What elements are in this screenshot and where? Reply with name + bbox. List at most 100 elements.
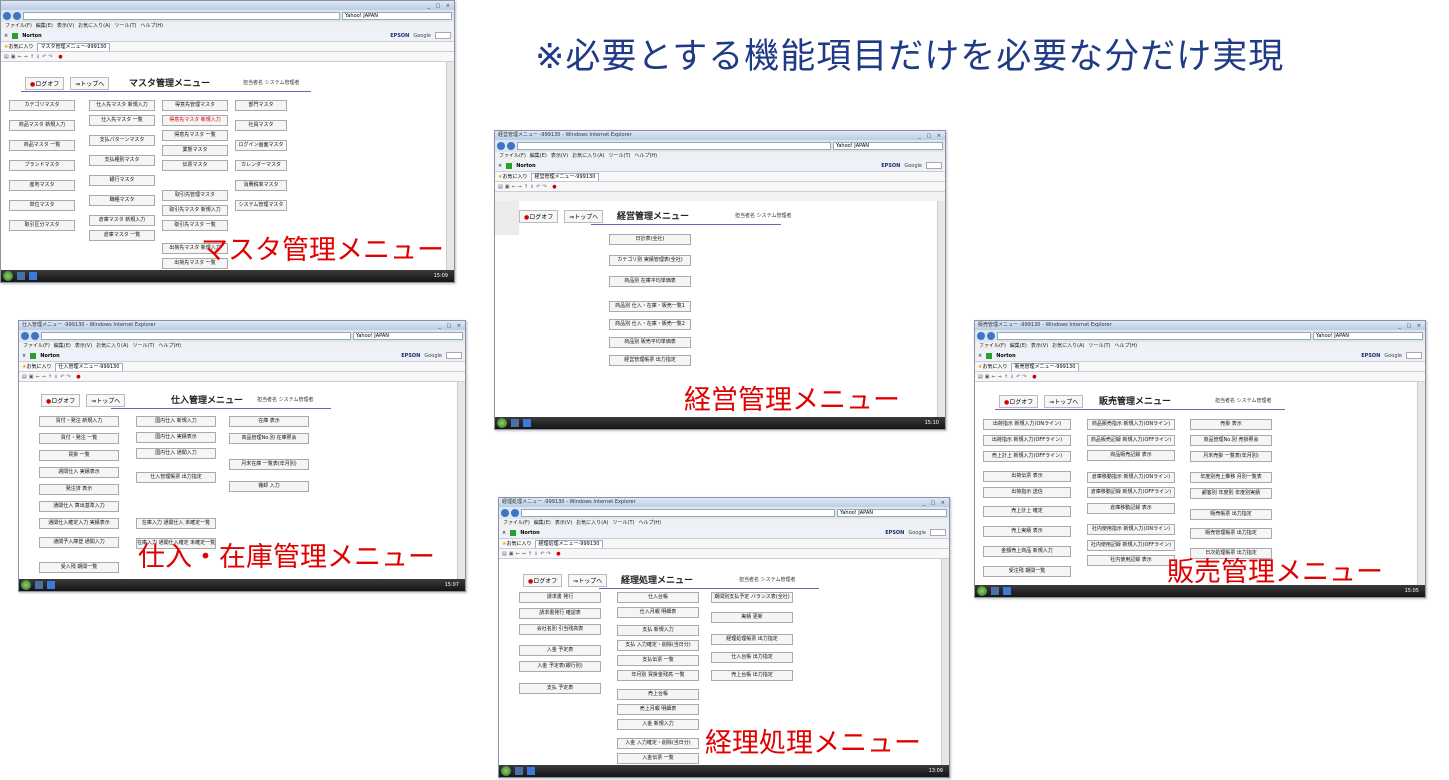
menu-button[interactable]: 仕入台帳 出力指定	[711, 652, 793, 663]
menu-button[interactable]: 取引先マスタ 新規入力	[162, 205, 228, 216]
logoff-button[interactable]: ●ログオフ	[523, 574, 563, 587]
favorites-label[interactable]: お気に入り	[8, 44, 33, 50]
menu-item[interactable]: 編集(E)	[54, 343, 71, 349]
forward-icon[interactable]	[13, 12, 21, 20]
menu-button[interactable]: 社内使用指示 新規入力(ONライン)	[1087, 524, 1175, 535]
menu-button[interactable]: 支払 予定表	[519, 683, 601, 694]
window-controls[interactable]: _ □ ×	[918, 132, 943, 140]
google-search-box[interactable]	[435, 32, 451, 39]
menu-button[interactable]: 仕入台帳	[617, 592, 699, 603]
top-button[interactable]: ⇒トップへ	[568, 574, 608, 587]
menu-button[interactable]: 入金 予定表	[519, 645, 601, 656]
menu-item[interactable]: ツール(T)	[613, 520, 635, 526]
close-icon[interactable]: ×	[498, 163, 502, 169]
menu-button[interactable]: 請求書発行 確認表	[519, 608, 601, 619]
favorites-label[interactable]: お気に入り	[506, 541, 531, 547]
menu-button[interactable]: 商品別 販売平均単価表	[609, 337, 691, 348]
menu-item[interactable]: 表示(V)	[555, 520, 572, 526]
menu-button[interactable]: 部門マスタ	[235, 100, 287, 111]
menu-button[interactable]: 出荷指示 新規入力(OFFライン)	[983, 435, 1071, 446]
menu-button[interactable]: 支払パターンマスタ	[89, 135, 155, 146]
start-orb-icon[interactable]	[497, 418, 507, 428]
ie-icon[interactable]	[527, 767, 535, 775]
back-icon[interactable]	[977, 332, 985, 340]
menu-button[interactable]: 売上台帳	[617, 689, 699, 700]
menu-button[interactable]: システム管理マスタ	[235, 200, 287, 211]
folder-icon[interactable]	[35, 581, 43, 589]
menu-button[interactable]: 月末売掛 一覧表(年月別)	[1190, 451, 1272, 462]
vertical-scrollbar[interactable]	[937, 201, 945, 417]
menu-button[interactable]: 倉庫マスタ 新規入力	[89, 215, 155, 226]
vertical-scrollbar[interactable]	[446, 62, 454, 270]
menu-button[interactable]: 倉庫移動記録 表示	[1087, 502, 1175, 514]
back-icon[interactable]	[3, 12, 11, 20]
menu-item[interactable]: 編集(E)	[534, 520, 551, 526]
menu-button[interactable]: 仕入先マスタ 一覧	[89, 115, 155, 126]
stop-icon[interactable]: ●	[1032, 374, 1038, 380]
search-field[interactable]: Yahoo! JAPAN	[1313, 332, 1423, 340]
vertical-scrollbar[interactable]	[1417, 382, 1425, 585]
menu-button[interactable]: 月末在庫 一覧表(年月別)	[229, 459, 309, 470]
menu-button[interactable]: 倉庫移動記録 新規入力(OFFライン)	[1087, 487, 1175, 498]
search-field[interactable]: Yahoo! JAPAN	[342, 12, 452, 20]
close-icon[interactable]: ×	[978, 353, 982, 359]
menu-button[interactable]: 職種マスタ	[89, 195, 155, 206]
menu-button[interactable]: 社員マスタ	[235, 120, 287, 131]
menu-button[interactable]: 商品管理No.別 在庫照会	[229, 433, 309, 444]
menu-item[interactable]: ヘルプ(H)	[634, 153, 657, 159]
menu-button[interactable]: 消費税率マスタ	[235, 180, 287, 191]
search-field[interactable]: Yahoo! JAPAN	[837, 509, 947, 517]
menu-button[interactable]: 出荷指示 送信	[983, 487, 1071, 498]
google-search-box[interactable]	[930, 529, 946, 536]
menu-button[interactable]: 商品販売記録 表示	[1087, 450, 1175, 461]
address-field[interactable]	[997, 332, 1311, 340]
menu-button[interactable]: 実績 更新	[711, 612, 793, 623]
top-button[interactable]: ⇒トップへ	[1044, 395, 1084, 408]
menu-button[interactable]: 国内仕入 通関入力	[136, 448, 216, 459]
menu-button[interactable]: 社内使用記録 新規入力(OFFライン)	[1087, 539, 1175, 551]
menu-item[interactable]: ファイル(F)	[5, 23, 32, 29]
ie-icon[interactable]	[523, 419, 531, 427]
vertical-scrollbar[interactable]	[941, 559, 949, 765]
menu-button[interactable]: 倉庫マスタ 一覧	[89, 230, 155, 241]
stop-icon[interactable]: ●	[556, 551, 562, 557]
ie-icon[interactable]	[47, 581, 55, 589]
menu-button[interactable]: 得意先管理マスタ	[162, 100, 228, 111]
menu-button[interactable]: 支払 入力確定・削除(当日分)	[617, 640, 699, 651]
menu-button[interactable]: ブランドマスタ	[9, 160, 75, 171]
forward-icon[interactable]	[31, 332, 39, 340]
logoff-button[interactable]: ●ログオフ	[519, 210, 559, 223]
vertical-scrollbar[interactable]	[457, 382, 465, 579]
window-controls[interactable]: _ □ ×	[427, 2, 452, 10]
stop-icon[interactable]: ●	[552, 184, 558, 190]
menu-button[interactable]: 会社名別 引当残高表	[519, 624, 601, 635]
menu-button[interactable]: 週間仕入 実績表示	[39, 467, 119, 478]
close-icon[interactable]: ×	[22, 353, 26, 359]
ie-icon[interactable]	[29, 272, 37, 280]
google-search-box[interactable]	[446, 352, 462, 359]
menu-button[interactable]: 請求書 発行	[519, 592, 601, 603]
search-field[interactable]: Yahoo! JAPAN	[353, 332, 463, 340]
menu-button[interactable]: 売上計上 新規入力(OFFライン)	[983, 451, 1071, 462]
menu-item[interactable]: ファイル(F)	[23, 343, 50, 349]
menu-item[interactable]: ファイル(F)	[503, 520, 530, 526]
start-orb-icon[interactable]	[501, 766, 511, 776]
menu-button[interactable]: 支払種別マスタ	[89, 155, 155, 166]
browser-tab[interactable]: 仕入管理メニュー-999130	[54, 363, 124, 371]
menu-item[interactable]: お気に入り(A)	[1052, 343, 1084, 349]
menu-button[interactable]: 入金 新規入力	[617, 719, 699, 730]
menu-button[interactable]: 支払 新規入力	[617, 625, 699, 636]
menu-button[interactable]: 棚卸 入力	[229, 481, 309, 492]
menu-button[interactable]: 商品別 在庫平均単価表	[609, 276, 691, 287]
menu-button[interactable]: 顧客別 年度別 年度別実績	[1190, 488, 1272, 499]
menu-button[interactable]: 経営管理帳票 出力指定	[609, 355, 691, 366]
window-controls[interactable]: _ □ ×	[922, 499, 947, 507]
menu-button[interactable]: 社内使用記録 表示	[1087, 555, 1175, 566]
menu-button[interactable]: 仕入月報 明細表	[617, 607, 699, 618]
menu-button[interactable]: 売掛 表示	[1190, 419, 1272, 430]
menu-item[interactable]: 表示(V)	[1031, 343, 1048, 349]
menu-button[interactable]: 取引先管理マスタ	[162, 190, 228, 201]
menu-button[interactable]: 入金 予定表(銀行別)	[519, 661, 601, 672]
menu-button[interactable]: 商品別 仕入・在庫・販売一覧1	[609, 301, 691, 312]
close-icon[interactable]: ×	[502, 530, 506, 536]
